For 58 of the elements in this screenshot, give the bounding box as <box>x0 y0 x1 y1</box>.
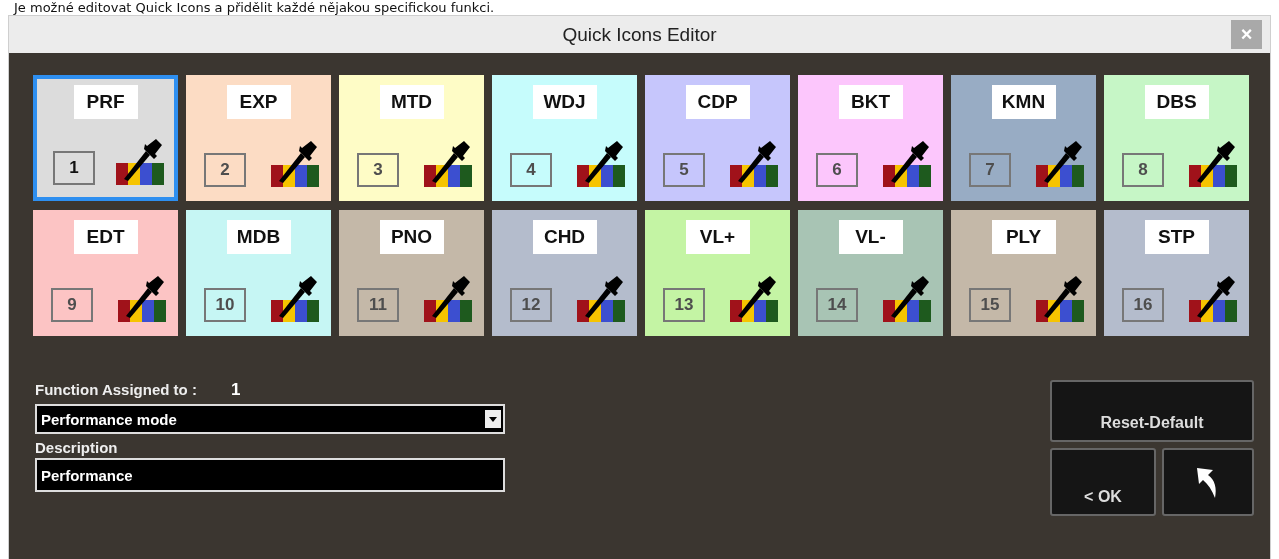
quick-icon-tile[interactable]: PRF 1 <box>33 75 178 201</box>
quick-icon-tile[interactable]: STP 16 <box>1104 210 1249 336</box>
icon-number: 15 <box>969 288 1011 322</box>
quick-icon-tile[interactable]: PLY 15 <box>951 210 1096 336</box>
icon-label: KMN <box>991 85 1056 119</box>
quick-icon-tile[interactable]: KMN 7 <box>951 75 1096 201</box>
quick-icon-tile[interactable]: WDJ 4 <box>492 75 637 201</box>
quick-icon-tile[interactable]: CHD 12 <box>492 210 637 336</box>
icon-label: PRF <box>73 85 138 119</box>
icon-number: 9 <box>51 288 93 322</box>
description-field[interactable]: Performance <box>35 458 505 492</box>
quick-icon-tile[interactable]: MDB 10 <box>186 210 331 336</box>
icon-number: 11 <box>357 288 399 322</box>
icon-label: VL- <box>838 220 903 254</box>
description-label: Description <box>35 438 119 458</box>
quick-icon-tile[interactable]: EDT 9 <box>33 210 178 336</box>
icon-number: 6 <box>816 153 858 187</box>
quick-icon-tile[interactable]: VL+ 13 <box>645 210 790 336</box>
icon-number: 12 <box>510 288 552 322</box>
quick-icon-tile[interactable]: DBS 8 <box>1104 75 1249 201</box>
icon-label: MTD <box>379 85 444 119</box>
icon-number: 3 <box>357 153 399 187</box>
icon-label: CDP <box>685 85 750 119</box>
icon-label: BKT <box>838 85 903 119</box>
reset-default-button[interactable]: Reset-Default <box>1050 380 1254 442</box>
window-title: Quick Icons Editor <box>562 23 717 46</box>
icon-number: 1 <box>53 151 95 185</box>
function-assigned-value: 1 <box>230 380 241 400</box>
icon-number: 2 <box>204 153 246 187</box>
quick-icon-tile[interactable]: BKT 6 <box>798 75 943 201</box>
icon-number: 16 <box>1122 288 1164 322</box>
ok-button[interactable]: < OK <box>1050 448 1156 516</box>
icon-number: 13 <box>663 288 705 322</box>
icon-label: PLY <box>991 220 1056 254</box>
icon-number: 8 <box>1122 153 1164 187</box>
quick-icon-tile[interactable]: PNO 11 <box>339 210 484 336</box>
quick-icon-tile[interactable]: VL- 14 <box>798 210 943 336</box>
icon-number: 4 <box>510 153 552 187</box>
icon-label: STP <box>1144 220 1209 254</box>
quick-icon-tile[interactable]: EXP 2 <box>186 75 331 201</box>
quick-icon-tile[interactable]: CDP 5 <box>645 75 790 201</box>
icon-label: DBS <box>1144 85 1209 119</box>
icon-number: 10 <box>204 288 246 322</box>
icon-label: VL+ <box>685 220 750 254</box>
icon-label: WDJ <box>532 85 597 119</box>
function-assigned-label: Function Assigned to : <box>35 380 197 400</box>
icon-number: 5 <box>663 153 705 187</box>
quick-icon-tile[interactable]: MTD 3 <box>339 75 484 201</box>
icon-label: EXP <box>226 85 291 119</box>
undo-button[interactable] <box>1162 448 1254 516</box>
icon-number: 7 <box>969 153 1011 187</box>
function-dropdown[interactable]: Performance mode <box>35 404 505 434</box>
icon-label: EDT <box>73 220 138 254</box>
icon-label: MDB <box>226 220 291 254</box>
icon-label: PNO <box>379 220 444 254</box>
caption-text: Je možné editovat Quick Icons a přidělit každé nějakou specifickou funkci. <box>12 0 496 15</box>
icon-label: CHD <box>532 220 597 254</box>
icon-number: 14 <box>816 288 858 322</box>
